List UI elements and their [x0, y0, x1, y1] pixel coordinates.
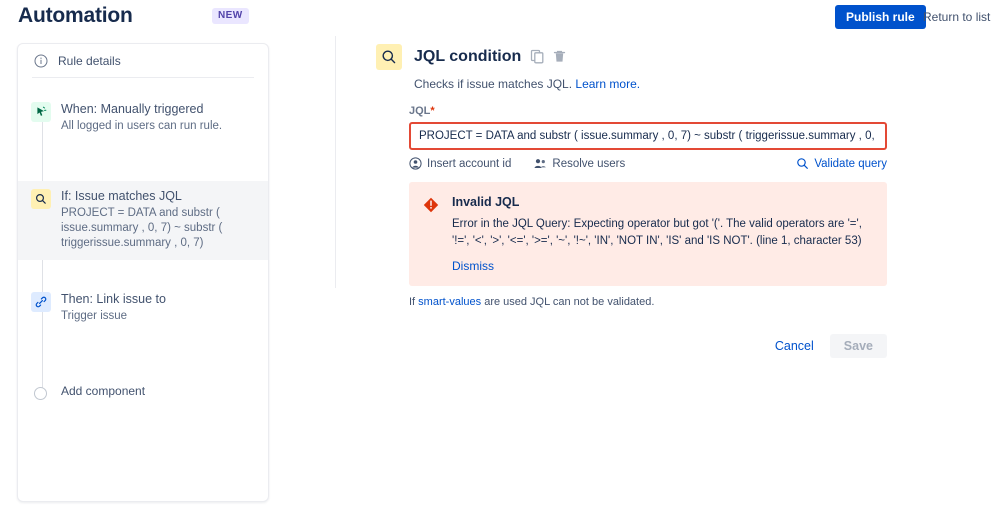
page-title: Automation: [18, 4, 133, 27]
tree-node-when-trigger[interactable]: When: Manually triggered All logged in u…: [18, 94, 268, 143]
error-icon: [423, 197, 439, 273]
panel-divider: [335, 36, 336, 288]
error-message: Error in the JQL Query: Expecting operat…: [452, 218, 862, 247]
tree-node-subtitle: PROJECT = DATA and substr ( issue.summar…: [61, 207, 223, 249]
circle-outline-icon: [34, 387, 47, 400]
smart-values-note: If smart-values are used JQL can not be …: [409, 296, 936, 308]
trash-icon[interactable]: [552, 49, 567, 69]
error-title: Invalid JQL: [452, 195, 520, 209]
top-bar: Automation NEW Publish rule Return to li…: [0, 0, 999, 36]
learn-more-link[interactable]: Learn more.: [575, 77, 640, 91]
invalid-jql-error: Invalid JQL Error in the JQL Query: Expe…: [409, 182, 887, 286]
save-button[interactable]: Save: [829, 334, 887, 358]
tree-node-title: Then: Link issue to: [61, 292, 166, 306]
required-asterisk: *: [430, 105, 435, 117]
cursor-click-icon: [31, 102, 51, 122]
panel-header: JQL condition: [376, 44, 936, 70]
jql-label-text: JQL: [409, 105, 431, 117]
insert-account-id-button[interactable]: Insert account id: [409, 157, 511, 170]
jql-inline-actions: Insert account id Resolve users Validate…: [409, 157, 887, 170]
tree-node-title: When: Manually triggered: [61, 102, 204, 116]
search-icon: [31, 189, 51, 209]
validate-query-label: Validate query: [814, 157, 887, 170]
resolve-users-label: Resolve users: [552, 157, 626, 170]
rule-sidebar-card: Rule details When: Manually triggered Al…: [17, 43, 269, 502]
rule-details-label: Rule details: [58, 53, 121, 68]
tree-node-subtitle: Trigger issue: [61, 310, 128, 322]
tree-node-then-link-issue[interactable]: Then: Link issue to Trigger issue: [18, 284, 268, 333]
person-icon: [409, 157, 422, 170]
dismiss-error-button[interactable]: Dismiss: [452, 259, 873, 273]
sidebar-item-rule-details[interactable]: Rule details: [18, 44, 268, 77]
tree-node-title: If: Issue matches JQL: [61, 189, 182, 203]
return-to-list-link[interactable]: Return to list: [923, 10, 990, 24]
panel-header-actions: [530, 49, 567, 69]
error-content: Invalid JQL Error in the JQL Query: Expe…: [452, 195, 873, 273]
add-component-label: Add component: [61, 384, 146, 398]
copy-icon[interactable]: [530, 49, 545, 69]
panel-subtitle: Checks if issue matches JQL. Learn more.: [414, 77, 936, 91]
panel-footer-actions: Cancel Save: [409, 334, 887, 358]
jql-condition-panel: JQL condition Checks if issue matches JQ…: [376, 44, 936, 358]
info-icon: [34, 54, 48, 68]
rule-component-tree: When: Manually triggered All logged in u…: [18, 78, 268, 409]
panel-subtitle-text: Checks if issue matches JQL.: [414, 77, 573, 91]
publish-rule-button[interactable]: Publish rule: [835, 5, 926, 29]
new-badge: NEW: [212, 8, 249, 24]
search-icon: [376, 44, 402, 70]
tree-node-subtitle: All logged in users can run rule.: [61, 120, 223, 132]
jql-input[interactable]: [409, 122, 887, 150]
note-suffix: are used JQL can not be validated.: [481, 296, 655, 308]
jql-field-label: JQL*: [409, 105, 936, 117]
tree-node-if-jql[interactable]: If: Issue matches JQL PROJECT = DATA and…: [18, 181, 268, 260]
validate-query-button[interactable]: Validate query: [796, 157, 887, 170]
insert-account-id-label: Insert account id: [427, 157, 512, 170]
resolve-users-button[interactable]: Resolve users: [533, 157, 625, 170]
note-prefix: If: [409, 296, 419, 308]
cancel-button[interactable]: Cancel: [769, 335, 820, 357]
smart-values-link[interactable]: smart-values: [418, 296, 481, 308]
search-icon: [796, 157, 809, 170]
people-icon: [533, 157, 547, 170]
link-icon: [31, 292, 51, 312]
add-component-button[interactable]: Add component: [18, 377, 268, 409]
panel-title: JQL condition: [414, 48, 522, 65]
